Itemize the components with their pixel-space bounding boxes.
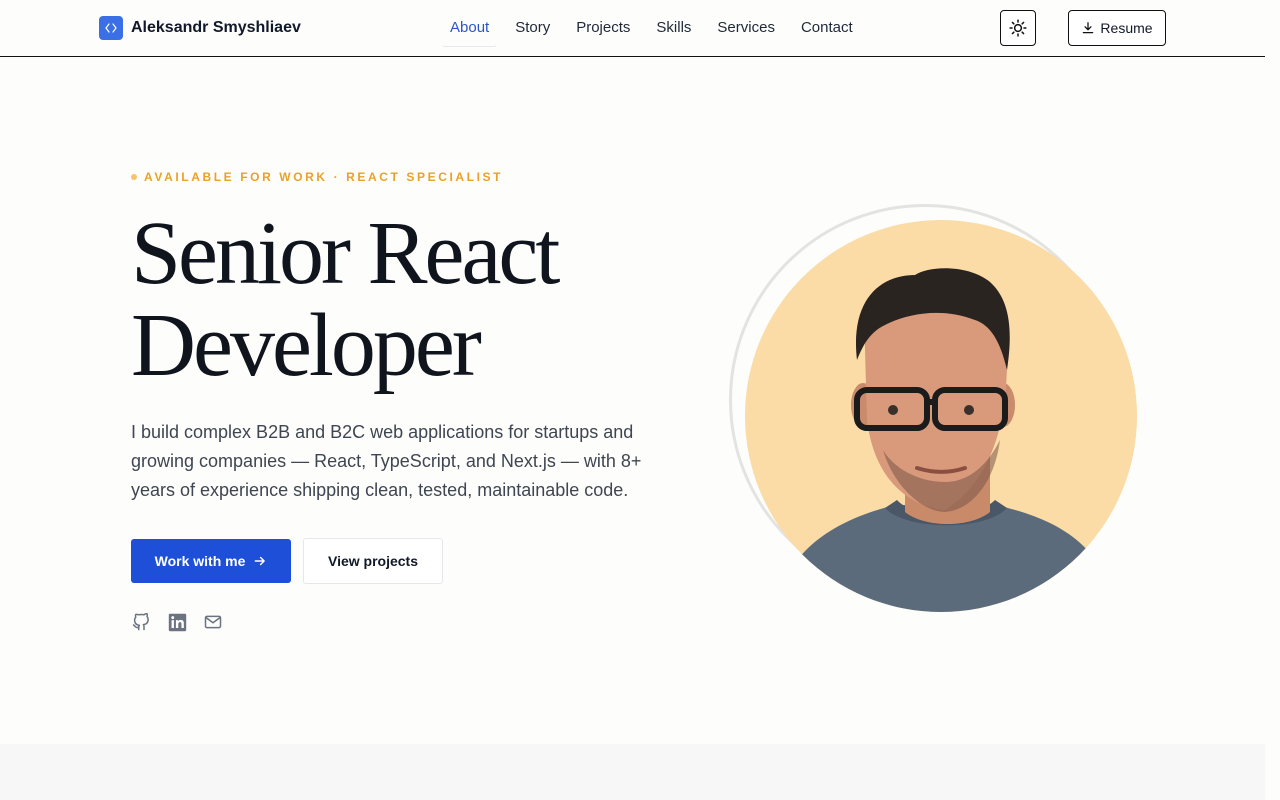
github-link[interactable] (131, 612, 151, 632)
brand-name: Aleksandr Smyshliaev (131, 19, 301, 36)
eyebrow-text: AVAILABLE FOR WORK · REACT SPECIALIST (144, 170, 504, 184)
sun-icon (1009, 19, 1027, 37)
availability-badge: AVAILABLE FOR WORK · REACT SPECIALIST (131, 170, 503, 184)
email-link[interactable] (203, 612, 223, 632)
hero-description: I build complex B2B and B2C web applicat… (131, 422, 642, 500)
linkedin-link[interactable] (167, 612, 187, 632)
nav-item-contact[interactable]: Contact (794, 10, 860, 46)
nav-item-story[interactable]: Story (508, 10, 557, 46)
linkedin-icon (168, 613, 186, 631)
social-links (131, 612, 223, 632)
status-dot-icon (131, 174, 137, 180)
theme-toggle-button[interactable] (1000, 10, 1036, 46)
github-icon (132, 613, 149, 631)
download-icon (1083, 22, 1094, 34)
hero-title: Senior React Developer (131, 204, 560, 395)
mail-icon (204, 615, 222, 629)
view-projects-button[interactable]: View projects (303, 538, 443, 584)
portrait-illustration (775, 268, 1117, 612)
resume-label: Resume (1100, 20, 1153, 36)
resume-button[interactable]: Resume (1068, 10, 1166, 46)
work-with-me-label: Work with me (154, 553, 246, 569)
profile-photo (745, 220, 1137, 612)
hero-title-line2: Developer (131, 296, 482, 395)
nav-item-projects[interactable]: Projects (569, 10, 637, 46)
nav-item-services[interactable]: Services (710, 10, 782, 46)
arrow-right-icon (254, 556, 266, 566)
next-section (0, 744, 1265, 800)
site-header: Aleksandr Smyshliaev About Story Project… (0, 0, 1265, 57)
work-with-me-button[interactable]: Work with me (131, 539, 291, 583)
main-nav: About Story Projects Skills Services Con… (443, 10, 872, 46)
brand[interactable]: Aleksandr Smyshliaev (99, 16, 301, 40)
nav-item-about[interactable]: About (443, 10, 496, 46)
code-brackets-icon (99, 16, 123, 40)
nav-item-skills[interactable]: Skills (649, 10, 698, 46)
hero-title-line1: Senior React (131, 204, 560, 303)
